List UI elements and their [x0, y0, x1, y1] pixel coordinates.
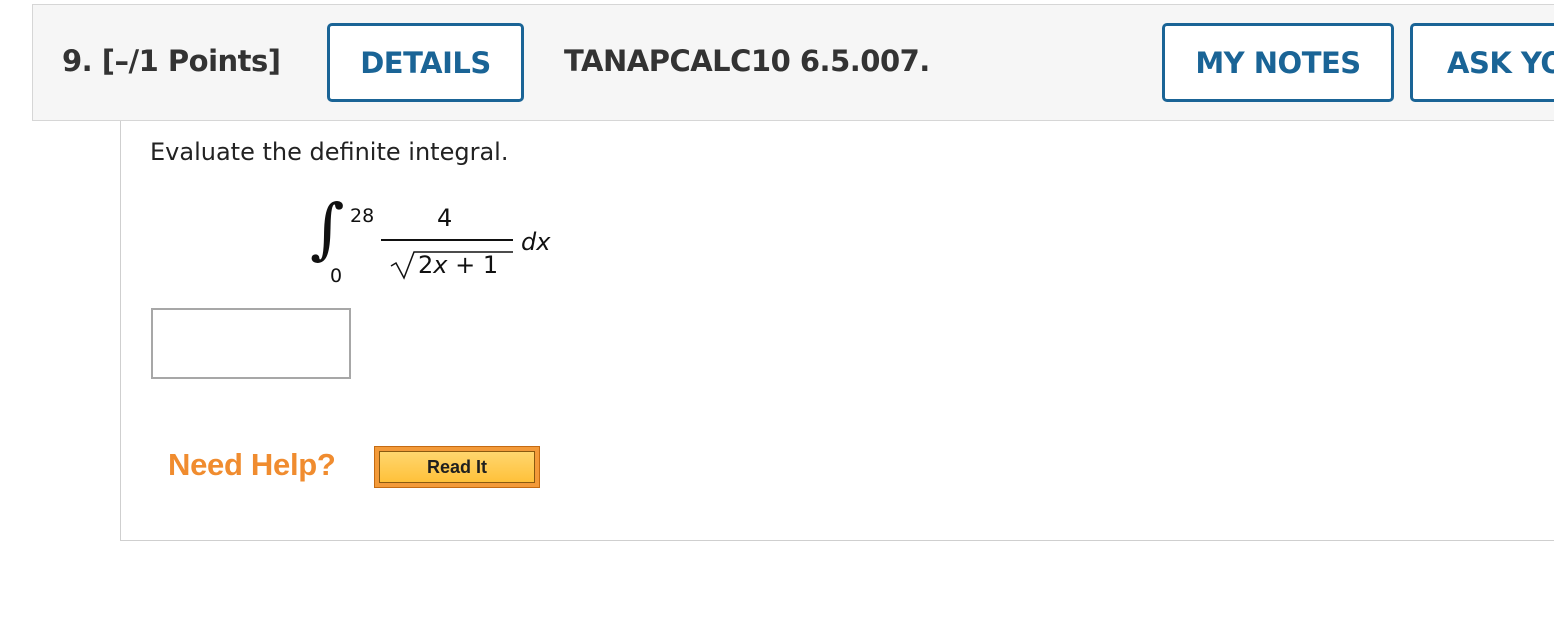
question-number: 9. [–/1 Points] — [62, 44, 281, 78]
lower-limit: 0 — [330, 265, 343, 287]
question-prompt: Evaluate the definite integral. — [150, 138, 509, 166]
radicand-constant: + 1 — [447, 251, 499, 279]
differential: dx — [521, 228, 551, 256]
radicand-coefficient: 2 — [418, 251, 434, 279]
answer-input[interactable] — [151, 308, 351, 379]
upper-limit: 28 — [350, 205, 375, 227]
radicand-variable: x — [433, 251, 448, 279]
integral-sign: ∫ — [310, 190, 345, 267]
fraction-bar — [381, 239, 513, 241]
my-notes-button[interactable]: MY NOTES — [1162, 23, 1394, 102]
ask-your-teacher-button[interactable]: ASK YO — [1410, 23, 1554, 102]
radicand: 2x + 1 — [418, 251, 498, 279]
numerator: 4 — [437, 204, 453, 232]
read-it-label: Read It — [379, 451, 535, 483]
read-it-button[interactable]: Read It — [374, 446, 540, 488]
details-button[interactable]: DETAILS — [327, 23, 524, 102]
need-help-label: Need Help? — [168, 447, 336, 482]
problem-id: TANAPCALC10 6.5.007. — [564, 44, 930, 78]
